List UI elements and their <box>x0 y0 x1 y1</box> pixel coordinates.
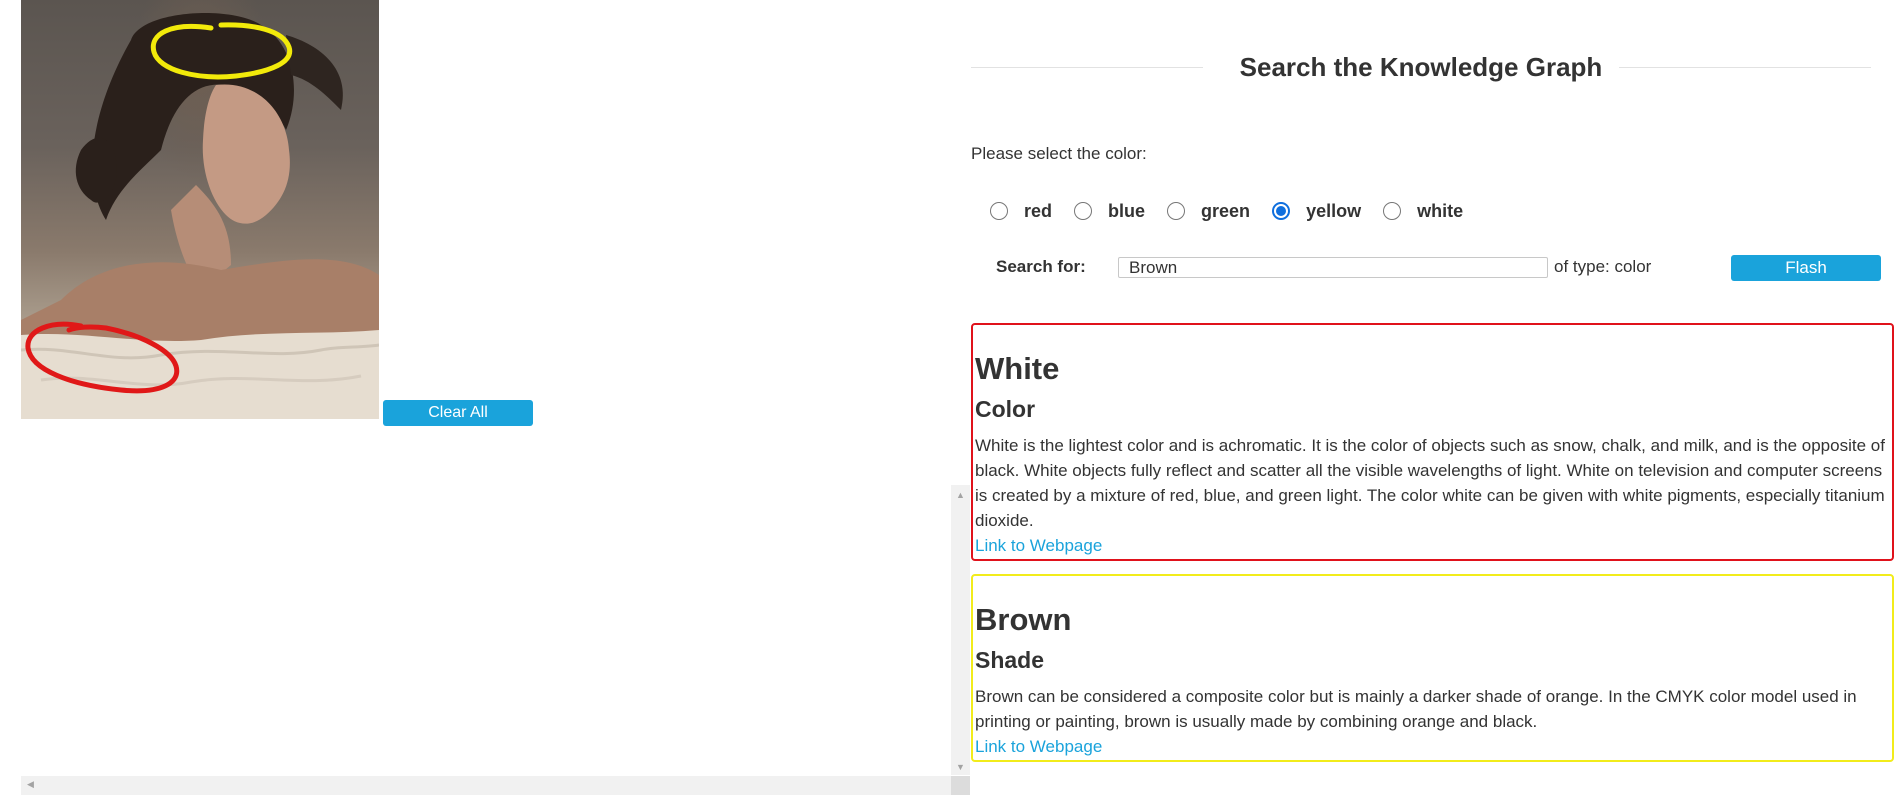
vertical-scrollbar[interactable]: ▲ ▼ <box>951 485 970 775</box>
clear-all-button[interactable]: Clear All <box>383 400 533 426</box>
horizontal-scrollbar[interactable]: ◀ ▶ <box>21 776 970 795</box>
type-text: of type: color <box>1554 257 1652 276</box>
result-description: White is the lightest color and is achro… <box>975 436 1885 530</box>
color-radio-group: red blue green yellow white <box>990 196 1485 226</box>
search-label: Search for: <box>996 257 1086 276</box>
result-card-brown: Brown Shade Brown can be considered a co… <box>971 574 1894 762</box>
scrollbar-corner <box>951 776 970 795</box>
radio-yellow[interactable] <box>1272 202 1291 220</box>
scroll-up-icon[interactable]: ▲ <box>951 489 970 501</box>
radio-label-red[interactable]: red <box>1024 201 1052 222</box>
title-rule-right <box>1619 67 1871 68</box>
radio-white[interactable] <box>1383 202 1402 220</box>
color-select-label: Please select the color: <box>971 144 1147 163</box>
result-type: Color <box>975 396 1036 422</box>
result-name: White <box>975 351 1060 386</box>
radio-label-blue[interactable]: blue <box>1108 201 1145 222</box>
result-name: Brown <box>975 602 1072 637</box>
result-description: Brown can be considered a composite colo… <box>975 687 1857 731</box>
flash-button[interactable]: Flash <box>1731 255 1881 281</box>
radio-label-green[interactable]: green <box>1201 201 1250 222</box>
search-input[interactable] <box>1118 257 1548 278</box>
photo-artwork <box>21 12 379 419</box>
radio-red[interactable] <box>990 202 1008 220</box>
annotation-canvas[interactable] <box>21 0 379 419</box>
radio-green[interactable] <box>1167 202 1186 220</box>
webpage-link[interactable]: Link to Webpage <box>975 533 1102 558</box>
scroll-left-icon[interactable]: ◀ <box>27 779 34 790</box>
radio-label-white[interactable]: white <box>1417 201 1463 222</box>
result-type: Shade <box>975 647 1045 673</box>
kg-header: Search the Knowledge Graph <box>971 48 1871 88</box>
webpage-link[interactable]: Link to Webpage <box>975 734 1102 759</box>
result-card-white: White Color White is the lightest color … <box>971 323 1894 561</box>
scroll-down-icon[interactable]: ▼ <box>951 761 970 773</box>
radio-label-yellow[interactable]: yellow <box>1306 201 1361 222</box>
radio-blue[interactable] <box>1074 202 1093 220</box>
